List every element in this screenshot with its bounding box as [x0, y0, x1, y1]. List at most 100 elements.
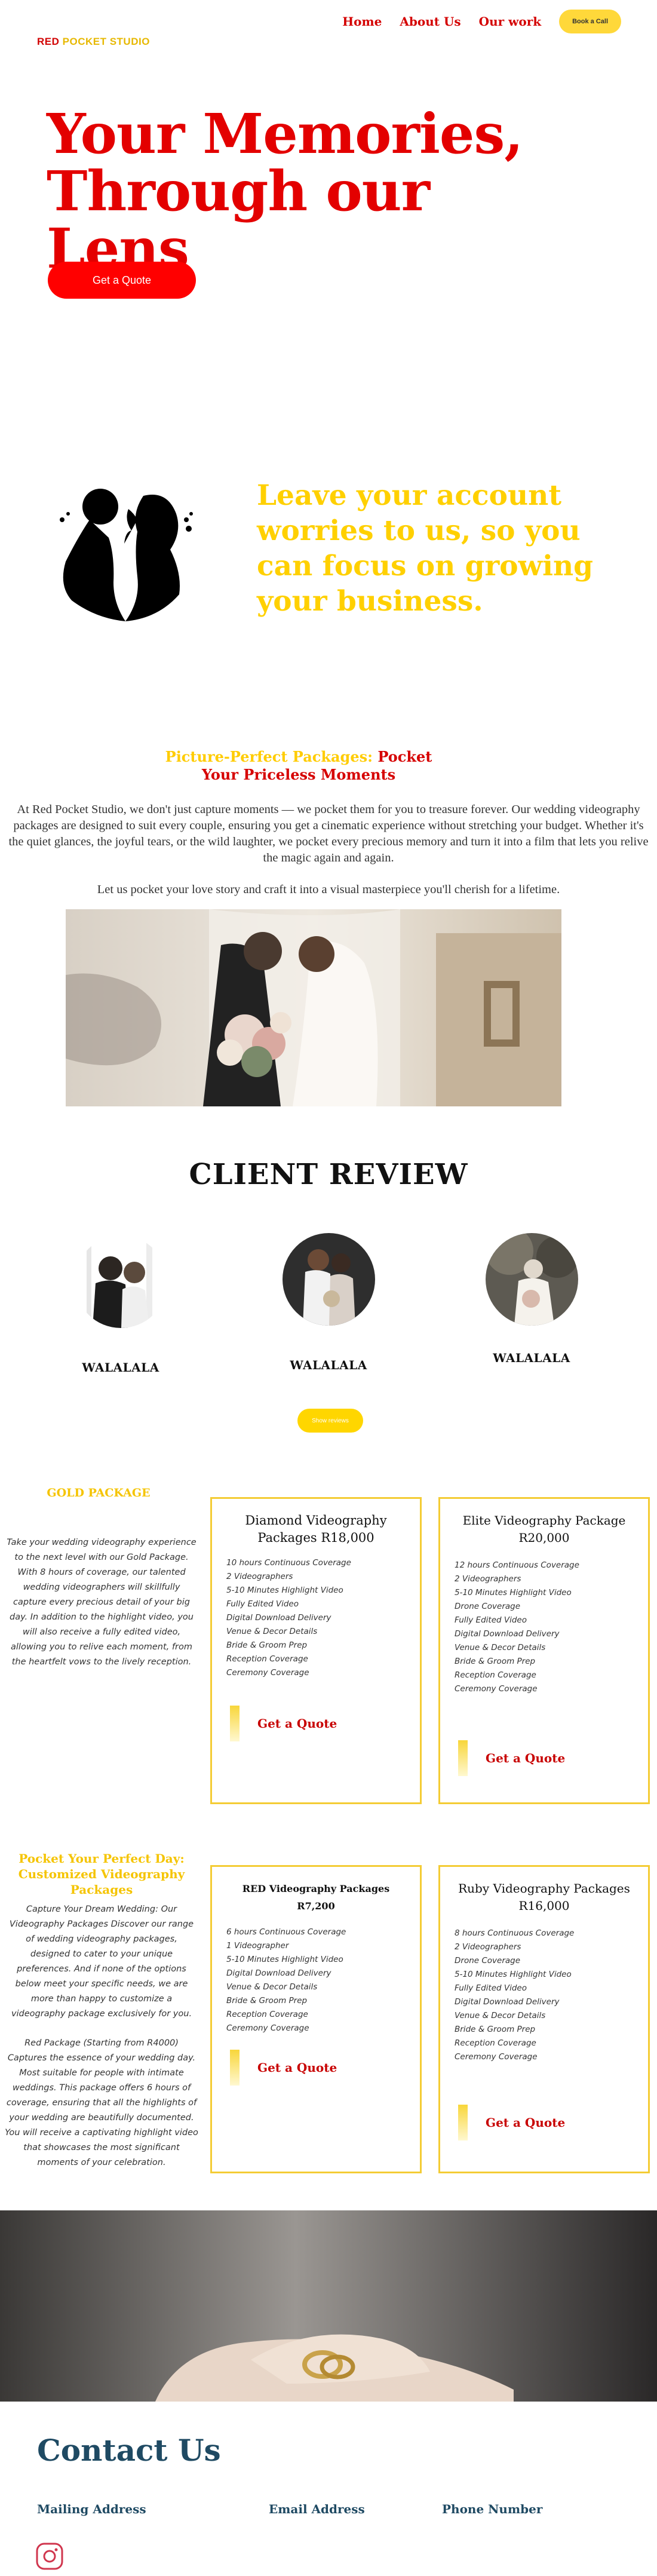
- feature-item: Ceremony Coverage: [226, 2023, 309, 2033]
- instagram-icon[interactable]: [35, 2541, 65, 2571]
- reviewer-name: WALALALA: [290, 1358, 367, 1372]
- feature-item: Bride & Groom Prep: [226, 1640, 308, 1650]
- feature-item: 8 hours Continuous Coverage: [455, 1928, 575, 1938]
- feature-item: Ceremony Coverage: [455, 2052, 538, 2062]
- quote-accent-bar: [458, 2105, 468, 2140]
- quote-accent-bar: [458, 1740, 468, 1776]
- reviewer-avatar: [74, 1235, 167, 1328]
- feature-item: Reception Coverage: [455, 1670, 536, 1680]
- reviewer-card: WALALALA: [484, 1227, 579, 1365]
- diamond-quote-label: Get a Quote: [257, 1716, 337, 1731]
- feature-item: 1 Videographer: [226, 1941, 289, 1951]
- custom-intro-text: Capture Your Dream Wedding: Our Videogra…: [9, 1905, 194, 2019]
- client-review-heading: CLIENT REVIEW: [189, 1158, 468, 1191]
- feature-item: Reception Coverage: [455, 2038, 536, 2048]
- feature-item: 5-10 Minutes Highlight Video: [455, 1588, 572, 1597]
- feature-item: Drone Coverage: [455, 1602, 521, 1611]
- reviewer-name: WALALALA: [82, 1360, 159, 1375]
- elite-package-card: Elite Videography Package R20,000 12 hou…: [438, 1497, 650, 1804]
- mailing-address-label: Mailing Address: [37, 2502, 146, 2516]
- wedding-couple-photo: [66, 909, 561, 1106]
- gold-package-description: Take your wedding videography experience…: [7, 1538, 197, 1667]
- red-quote-button[interactable]: Get a Quote: [230, 2050, 337, 2086]
- quote-accent-bar: [230, 2050, 240, 2086]
- elite-quote-button[interactable]: Get a Quote: [458, 1740, 565, 1776]
- diamond-quote-button[interactable]: Get a Quote: [230, 1706, 337, 1741]
- custom-packages-description: Capture Your Dream Wedding: Our Videogra…: [5, 1902, 198, 2170]
- diamond-package-title: Diamond Videography Packages R18,000: [245, 1513, 387, 1545]
- ruby-quote-button[interactable]: Get a Quote: [458, 2105, 565, 2140]
- feature-item: Venue & Decor Details: [226, 1627, 318, 1636]
- feature-item: 10 hours Continuous Coverage: [226, 1558, 351, 1568]
- feature-item: Bride & Groom Prep: [455, 2025, 536, 2034]
- red-package-card: RED Videography Packages R7,200 6 hours …: [210, 1865, 422, 2173]
- feature-item: 5-10 Minutes Highlight Video: [226, 1955, 343, 1964]
- elite-package-title: Elite Videography Package R20,000: [462, 1513, 626, 1545]
- feature-item: Ceremony Coverage: [226, 1668, 309, 1678]
- reviewer-avatar: [485, 1227, 578, 1326]
- feature-item: 12 hours Continuous Coverage: [455, 1560, 579, 1570]
- nav-work-link[interactable]: Our work: [479, 14, 541, 29]
- feature-item: Reception Coverage: [226, 1654, 308, 1664]
- quote-accent-bar: [230, 1706, 240, 1741]
- nav-about-link[interactable]: About Us: [400, 14, 460, 29]
- hero-get-quote-button[interactable]: Get a Quote: [48, 262, 196, 299]
- feature-item: 5-10 Minutes Highlight Video: [455, 1970, 572, 1979]
- feature-item: Venue & Decor Details: [455, 1643, 546, 1652]
- feature-item: 2 Videographers: [226, 1572, 293, 1581]
- elite-quote-label: Get a Quote: [486, 1751, 566, 1765]
- feature-item: Digital Download Delivery: [226, 1613, 331, 1623]
- ruby-package-title: Ruby Videography Packages R16,000: [458, 1881, 630, 1913]
- hero-title-line2: Through our Lens: [47, 159, 430, 281]
- feature-item: 5-10 Minutes Highlight Video: [226, 1586, 343, 1595]
- packages-intro-text: At Red Pocket Studio, we don't just capt…: [8, 803, 649, 864]
- reviewer-avatar: [282, 1233, 375, 1326]
- ruby-feature-list: 8 hours Continuous Coverage 2 Videograph…: [455, 1927, 634, 2064]
- brand-logo[interactable]: RED POCKET STUDIO: [37, 36, 150, 48]
- feature-item: 2 Videographers: [455, 1574, 521, 1584]
- logo-gold-text: POCKET STUDIO: [62, 36, 150, 47]
- ruby-package-card: Ruby Videography Packages R16,000 8 hour…: [438, 1865, 650, 2173]
- packages-heading-gold: Picture-Perfect Packages:: [165, 748, 373, 765]
- tagline-heading: Leave your account worries to us, so you…: [257, 479, 593, 618]
- book-call-button[interactable]: Book a Call: [559, 10, 621, 33]
- gold-package-heading: GOLD PACKAGE: [47, 1486, 151, 1499]
- red-feature-list: 6 hours Continuous Coverage 1 Videograph…: [226, 1925, 406, 2035]
- hero-title: Your Memories, Through our Lens: [47, 105, 584, 277]
- feature-item: Drone Coverage: [455, 1956, 521, 1965]
- feature-item: 2 Videographers: [455, 1942, 521, 1952]
- feature-item: Fully Edited Video: [226, 1599, 299, 1609]
- feature-item: Venue & Decor Details: [455, 2011, 546, 2020]
- packages-intro-text-2: Let us pocket your love story and craft …: [97, 883, 560, 896]
- feature-item: Bride & Groom Prep: [455, 1657, 536, 1666]
- feature-item: Fully Edited Video: [455, 1615, 527, 1625]
- feature-item: 6 hours Continuous Coverage: [226, 1927, 346, 1937]
- reviewer-card: WALALALA: [281, 1233, 376, 1372]
- contact-heading: Contact Us: [37, 2433, 221, 2468]
- feature-item: Fully Edited Video: [455, 1983, 527, 1993]
- red-quote-label: Get a Quote: [257, 2060, 337, 2075]
- main-nav: Home About Us Our work Book a Call: [342, 10, 621, 33]
- elite-feature-list: 12 hours Continuous Coverage 2 Videograp…: [455, 1559, 634, 1696]
- feature-item: Digital Download Delivery: [226, 1968, 331, 1978]
- reviewer-name: WALALALA: [493, 1351, 570, 1365]
- logo-red-text: RED: [37, 36, 60, 47]
- diamond-package-card: Diamond Videography Packages R18,000 10 …: [210, 1497, 422, 1804]
- reviewer-card: WALALALA: [73, 1235, 168, 1375]
- diamond-feature-list: 10 hours Continuous Coverage 2 Videograp…: [226, 1556, 406, 1680]
- hero-title-line1: Your Memories,: [47, 102, 523, 166]
- feature-item: Bride & Groom Prep: [226, 1996, 308, 2005]
- nav-home-link[interactable]: Home: [342, 14, 382, 29]
- email-address-label: Email Address: [269, 2502, 365, 2516]
- feature-item: Venue & Decor Details: [226, 1982, 318, 1992]
- wedding-rings-photo: [0, 2210, 657, 2402]
- feature-item: Reception Coverage: [226, 2010, 308, 2019]
- show-reviews-button[interactable]: Show reviews: [297, 1409, 363, 1433]
- couple-silhouette-image: [60, 489, 193, 621]
- feature-item: Digital Download Delivery: [455, 1629, 560, 1639]
- red-package-title: RED Videography Packages R7,200: [242, 1883, 390, 1912]
- custom-packages-heading: Pocket Your Perfect Day: Customized Vide…: [18, 1851, 185, 1897]
- phone-number-label: Phone Number: [442, 2502, 543, 2516]
- ruby-quote-label: Get a Quote: [486, 2115, 566, 2130]
- feature-item: Digital Download Delivery: [455, 1997, 560, 2007]
